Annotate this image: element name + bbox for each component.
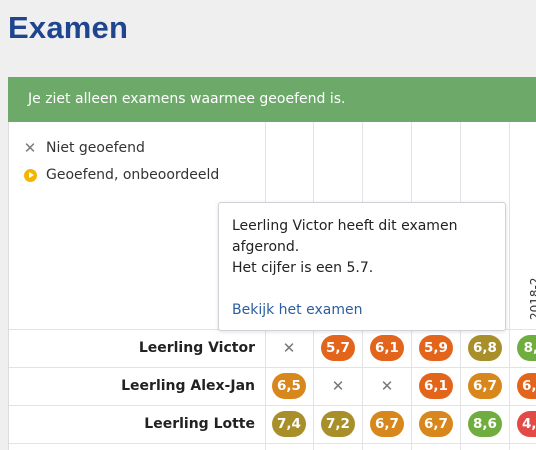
play-circle-icon [23,168,37,182]
row-divider [9,443,536,444]
legend-practiced-ungraded: Geoefend, onbeoordeeld [23,167,219,183]
score-badge[interactable]: 7,2 [321,411,355,437]
score-badge[interactable]: 6,2 [517,373,536,399]
page-title: Examen [8,10,129,45]
score-badge[interactable]: 6,7 [468,373,502,399]
row-divider [9,405,536,406]
score-badge[interactable]: 5,7 [321,335,355,361]
score-badge[interactable]: 6,8 [468,335,502,361]
x-icon: ✕ [23,139,37,157]
score-badge[interactable]: 6,7 [370,411,404,437]
score-badge[interactable]: 7,4 [272,411,306,437]
student-name[interactable]: Leerling Alex-Jan [121,378,255,394]
not-practiced-x-icon: ✕ [380,377,394,395]
info-notice: Je ziet alleen examens waarmee geoefend … [8,77,536,122]
legend-label: Geoefend, onbeoordeeld [46,167,220,183]
legend-not-practiced: ✕ Niet geoefend [23,139,145,157]
student-name[interactable]: Leerling Victor [139,340,255,356]
score-badge[interactable]: 4,1 [517,411,536,437]
score-badge[interactable]: 6,7 [419,411,453,437]
not-practiced-x-icon: ✕ [331,377,345,395]
student-name[interactable]: Leerling Lotte [144,416,255,432]
score-badge[interactable]: 8,6 [468,411,502,437]
score-badge[interactable]: 6,1 [419,373,453,399]
legend-label: Niet geoefend [46,140,145,156]
tooltip-text: Leerling Victor heeft dit examen [232,218,458,234]
column-divider [509,122,510,450]
tooltip-text: afgerond. [232,239,300,255]
score-tooltip: Leerling Victor heeft dit examen afgeron… [218,202,506,331]
tooltip-text: Het cijfer is een 5.7. [232,260,374,276]
column-header-date[interactable]: 2018-2 [528,277,536,320]
score-badge[interactable]: 6,5 [272,373,306,399]
score-badge[interactable]: 5,9 [419,335,453,361]
score-badge[interactable]: 6,1 [370,335,404,361]
not-practiced-x-icon: ✕ [282,339,296,357]
view-exam-link[interactable]: Bekijk het examen [232,300,362,321]
row-divider [9,367,536,368]
score-badge[interactable]: 8,( [517,335,536,361]
